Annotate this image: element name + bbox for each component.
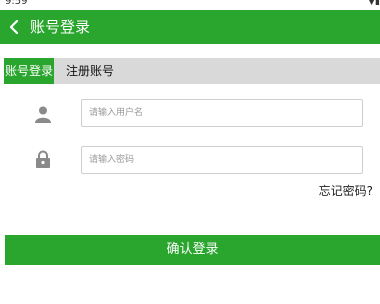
tab-register[interactable]: 注册账号	[62, 58, 118, 84]
user-icon	[35, 106, 51, 123]
lock-icon	[36, 150, 50, 168]
confirm-login-button[interactable]: 确认登录	[5, 235, 380, 265]
chevron-left-icon[interactable]	[6, 19, 22, 35]
tab-bar: 账号登录 注册账号	[4, 58, 380, 84]
status-bar: 9:59 ▼▮	[0, 0, 380, 10]
tab-account-login[interactable]: 账号登录	[4, 58, 54, 84]
page-title: 账号登录	[30, 18, 91, 36]
signal-battery-icon: ▼▮	[368, 0, 380, 7]
app-header: 账号登录	[0, 10, 380, 44]
status-time: 9:59	[5, 0, 28, 7]
password-input[interactable]: 请输入密码	[81, 146, 363, 174]
username-input[interactable]: 请输入用户名	[81, 99, 363, 127]
forgot-password-link[interactable]: 忘记密码?	[319, 182, 373, 199]
